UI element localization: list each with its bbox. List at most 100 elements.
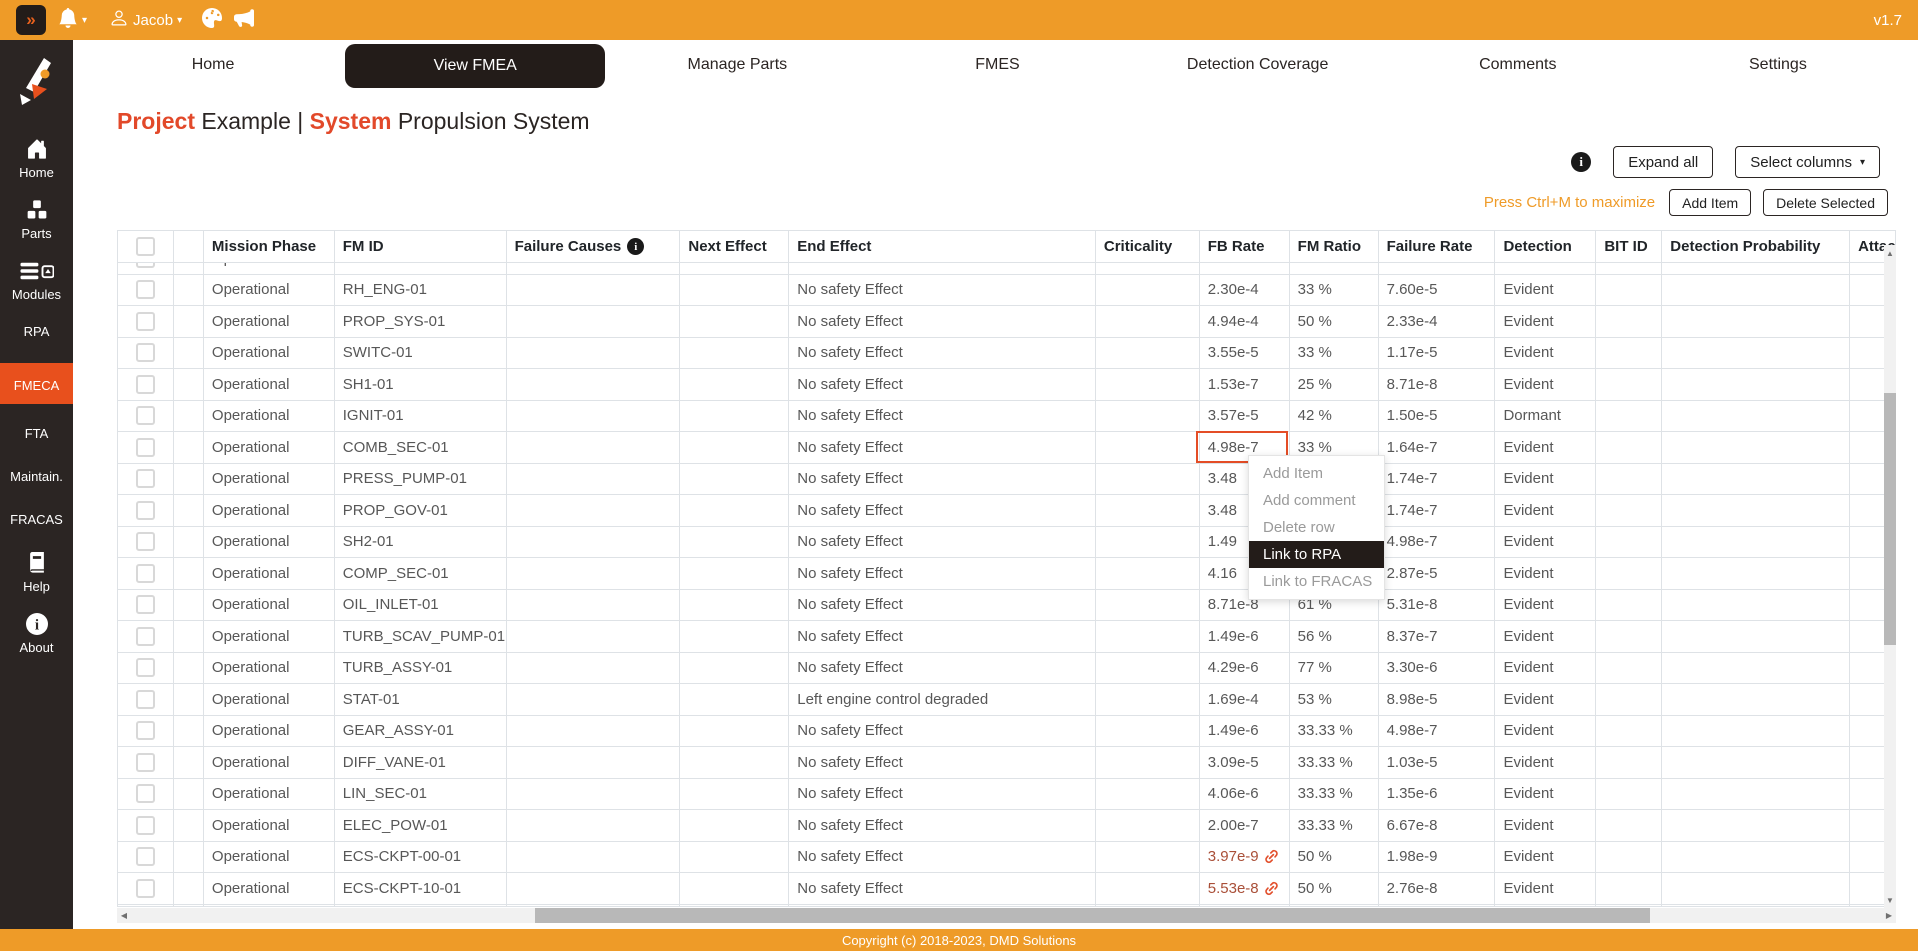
cell-bit[interactable] bbox=[1595, 716, 1661, 747]
context-menu-item-delete-row[interactable]: Delete row bbox=[1249, 514, 1384, 541]
cell-fmid[interactable]: IGNIT-01 bbox=[334, 401, 506, 432]
cell-exp[interactable] bbox=[173, 716, 203, 747]
cell-det[interactable]: Evident bbox=[1494, 810, 1595, 841]
cell-crit[interactable] bbox=[1095, 716, 1199, 747]
cell-next[interactable] bbox=[679, 747, 788, 778]
cell-crit[interactable] bbox=[1095, 810, 1199, 841]
cell-causes[interactable] bbox=[506, 842, 680, 873]
row-checkbox[interactable] bbox=[136, 721, 155, 740]
cell-bit[interactable] bbox=[1595, 810, 1661, 841]
cell-next[interactable] bbox=[679, 653, 788, 684]
cell-next[interactable] bbox=[679, 621, 788, 652]
cell-crit[interactable] bbox=[1095, 590, 1199, 621]
cell-ratio[interactable]: 42 % bbox=[1289, 401, 1378, 432]
cell-bit[interactable] bbox=[1595, 464, 1661, 495]
cell-det[interactable] bbox=[1494, 905, 1595, 908]
cell-crit[interactable] bbox=[1095, 306, 1199, 337]
cell-sel[interactable] bbox=[118, 684, 173, 715]
tab-fmes[interactable]: FMES bbox=[867, 40, 1127, 90]
tab-view-fmea[interactable]: View FMEA bbox=[345, 44, 605, 88]
cell-dprob[interactable] bbox=[1661, 905, 1849, 908]
row-checkbox[interactable] bbox=[136, 438, 155, 457]
cell-frate[interactable]: 7.60e-5 bbox=[1378, 275, 1495, 306]
cell-crit[interactable] bbox=[1095, 842, 1199, 873]
cell-frate[interactable]: 3.30e-6 bbox=[1378, 653, 1495, 684]
cell-phase[interactable]: Operational bbox=[203, 527, 334, 558]
cell-next[interactable] bbox=[679, 369, 788, 400]
cell-end[interactable]: No safety Effect bbox=[788, 810, 1095, 841]
cell-crit[interactable] bbox=[1095, 747, 1199, 778]
row-checkbox[interactable] bbox=[136, 469, 155, 488]
cell-phase[interactable]: Operational bbox=[203, 716, 334, 747]
cell-det[interactable]: Evident bbox=[1494, 306, 1595, 337]
cell-fmid[interactable]: RH_ENG-01 bbox=[334, 275, 506, 306]
cell-fb[interactable]: 2.30e-4 bbox=[1199, 275, 1289, 306]
cell-exp[interactable] bbox=[173, 684, 203, 715]
cell-dprob[interactable] bbox=[1661, 495, 1849, 526]
cell-causes[interactable] bbox=[506, 306, 680, 337]
cell-det[interactable]: Evident bbox=[1494, 275, 1595, 306]
cell-det[interactable]: Evident bbox=[1494, 432, 1595, 463]
cell-causes[interactable] bbox=[506, 464, 680, 495]
cell-det[interactable]: Evident bbox=[1494, 495, 1595, 526]
sidebar-item-fta[interactable]: FTA bbox=[0, 422, 73, 441]
cell-sel[interactable] bbox=[118, 464, 173, 495]
sidebar-item-fmeca[interactable]: FMECA bbox=[0, 363, 73, 404]
sidebar-item-maintain[interactable]: Maintain. bbox=[0, 465, 73, 484]
cell-phase[interactable]: Operational bbox=[203, 495, 334, 526]
cell-phase[interactable]: Operational bbox=[203, 558, 334, 589]
scroll-right-arrow-icon[interactable]: ▶ bbox=[1882, 908, 1896, 923]
cell-frate[interactable]: 1.98e-9 bbox=[1378, 842, 1495, 873]
cell-fmid[interactable]: SH1-01 bbox=[334, 369, 506, 400]
cell-phase[interactable]: Operational bbox=[203, 779, 334, 810]
cell-sel[interactable] bbox=[118, 275, 173, 306]
cell-causes[interactable] bbox=[506, 590, 680, 621]
cell-causes[interactable] bbox=[506, 262, 680, 274]
cell-causes[interactable] bbox=[506, 621, 680, 652]
cell-ratio[interactable]: 25 % bbox=[1289, 369, 1378, 400]
sidebar-collapse-button[interactable]: » bbox=[16, 5, 46, 35]
cell-frate[interactable]: 8.98e-5 bbox=[1378, 684, 1495, 715]
sidebar-item-rpa[interactable]: RPA bbox=[0, 320, 73, 339]
cell-fmid[interactable]: PRESS_PUMP-01 bbox=[334, 464, 506, 495]
cell-bit[interactable] bbox=[1595, 684, 1661, 715]
cell-sel[interactable] bbox=[118, 527, 173, 558]
cell-det[interactable]: Evident bbox=[1494, 369, 1595, 400]
context-menu-item-link-to-rpa[interactable]: Link to RPA bbox=[1249, 541, 1384, 568]
cell-sel[interactable] bbox=[118, 262, 173, 274]
cell-frate[interactable]: 8.71e-8 bbox=[1378, 369, 1495, 400]
cell-dprob[interactable] bbox=[1661, 432, 1849, 463]
cell-next[interactable] bbox=[679, 558, 788, 589]
cell-phase[interactable]: Operational bbox=[203, 873, 334, 904]
cell-det[interactable]: Evident bbox=[1494, 779, 1595, 810]
cell-frate[interactable]: 1.17e-5 bbox=[1378, 338, 1495, 369]
cell-next[interactable] bbox=[679, 527, 788, 558]
cell-crit[interactable] bbox=[1095, 464, 1199, 495]
cell-frate[interactable]: 2.76e-8 bbox=[1378, 873, 1495, 904]
cell-sel[interactable] bbox=[118, 558, 173, 589]
cell-dprob[interactable] bbox=[1661, 842, 1849, 873]
cell-end[interactable]: No safety Effect bbox=[788, 527, 1095, 558]
cell-exp[interactable] bbox=[173, 842, 203, 873]
row-checkbox[interactable] bbox=[136, 690, 155, 709]
cell-phase[interactable]: Operational bbox=[203, 306, 334, 337]
cell-det[interactable]: Evident bbox=[1494, 527, 1595, 558]
cell-crit[interactable] bbox=[1095, 905, 1199, 908]
cell-bit[interactable] bbox=[1595, 590, 1661, 621]
cell-phase[interactable]: Operational bbox=[203, 684, 334, 715]
cell-ratio[interactable]: 33 % bbox=[1289, 275, 1378, 306]
cell-causes[interactable] bbox=[506, 432, 680, 463]
vertical-scrollbar-thumb[interactable] bbox=[1884, 393, 1896, 645]
cell-dprob[interactable] bbox=[1661, 779, 1849, 810]
cell-fmid[interactable] bbox=[334, 905, 506, 908]
cell-fmid[interactable]: ECS-CKPT-00-01 bbox=[334, 842, 506, 873]
cell-fb[interactable]: 3.97e-9 bbox=[1199, 842, 1289, 873]
cell-bit[interactable] bbox=[1595, 527, 1661, 558]
cell-end[interactable]: Mission abort bbox=[788, 262, 1095, 274]
cell-frate[interactable]: 5.31e-8 bbox=[1378, 590, 1495, 621]
sidebar-item-about[interactable]: i About bbox=[0, 612, 73, 655]
select-all-checkbox[interactable] bbox=[136, 237, 155, 256]
cell-sel[interactable] bbox=[118, 716, 173, 747]
cell-bit[interactable] bbox=[1595, 306, 1661, 337]
row-checkbox[interactable] bbox=[136, 501, 155, 520]
